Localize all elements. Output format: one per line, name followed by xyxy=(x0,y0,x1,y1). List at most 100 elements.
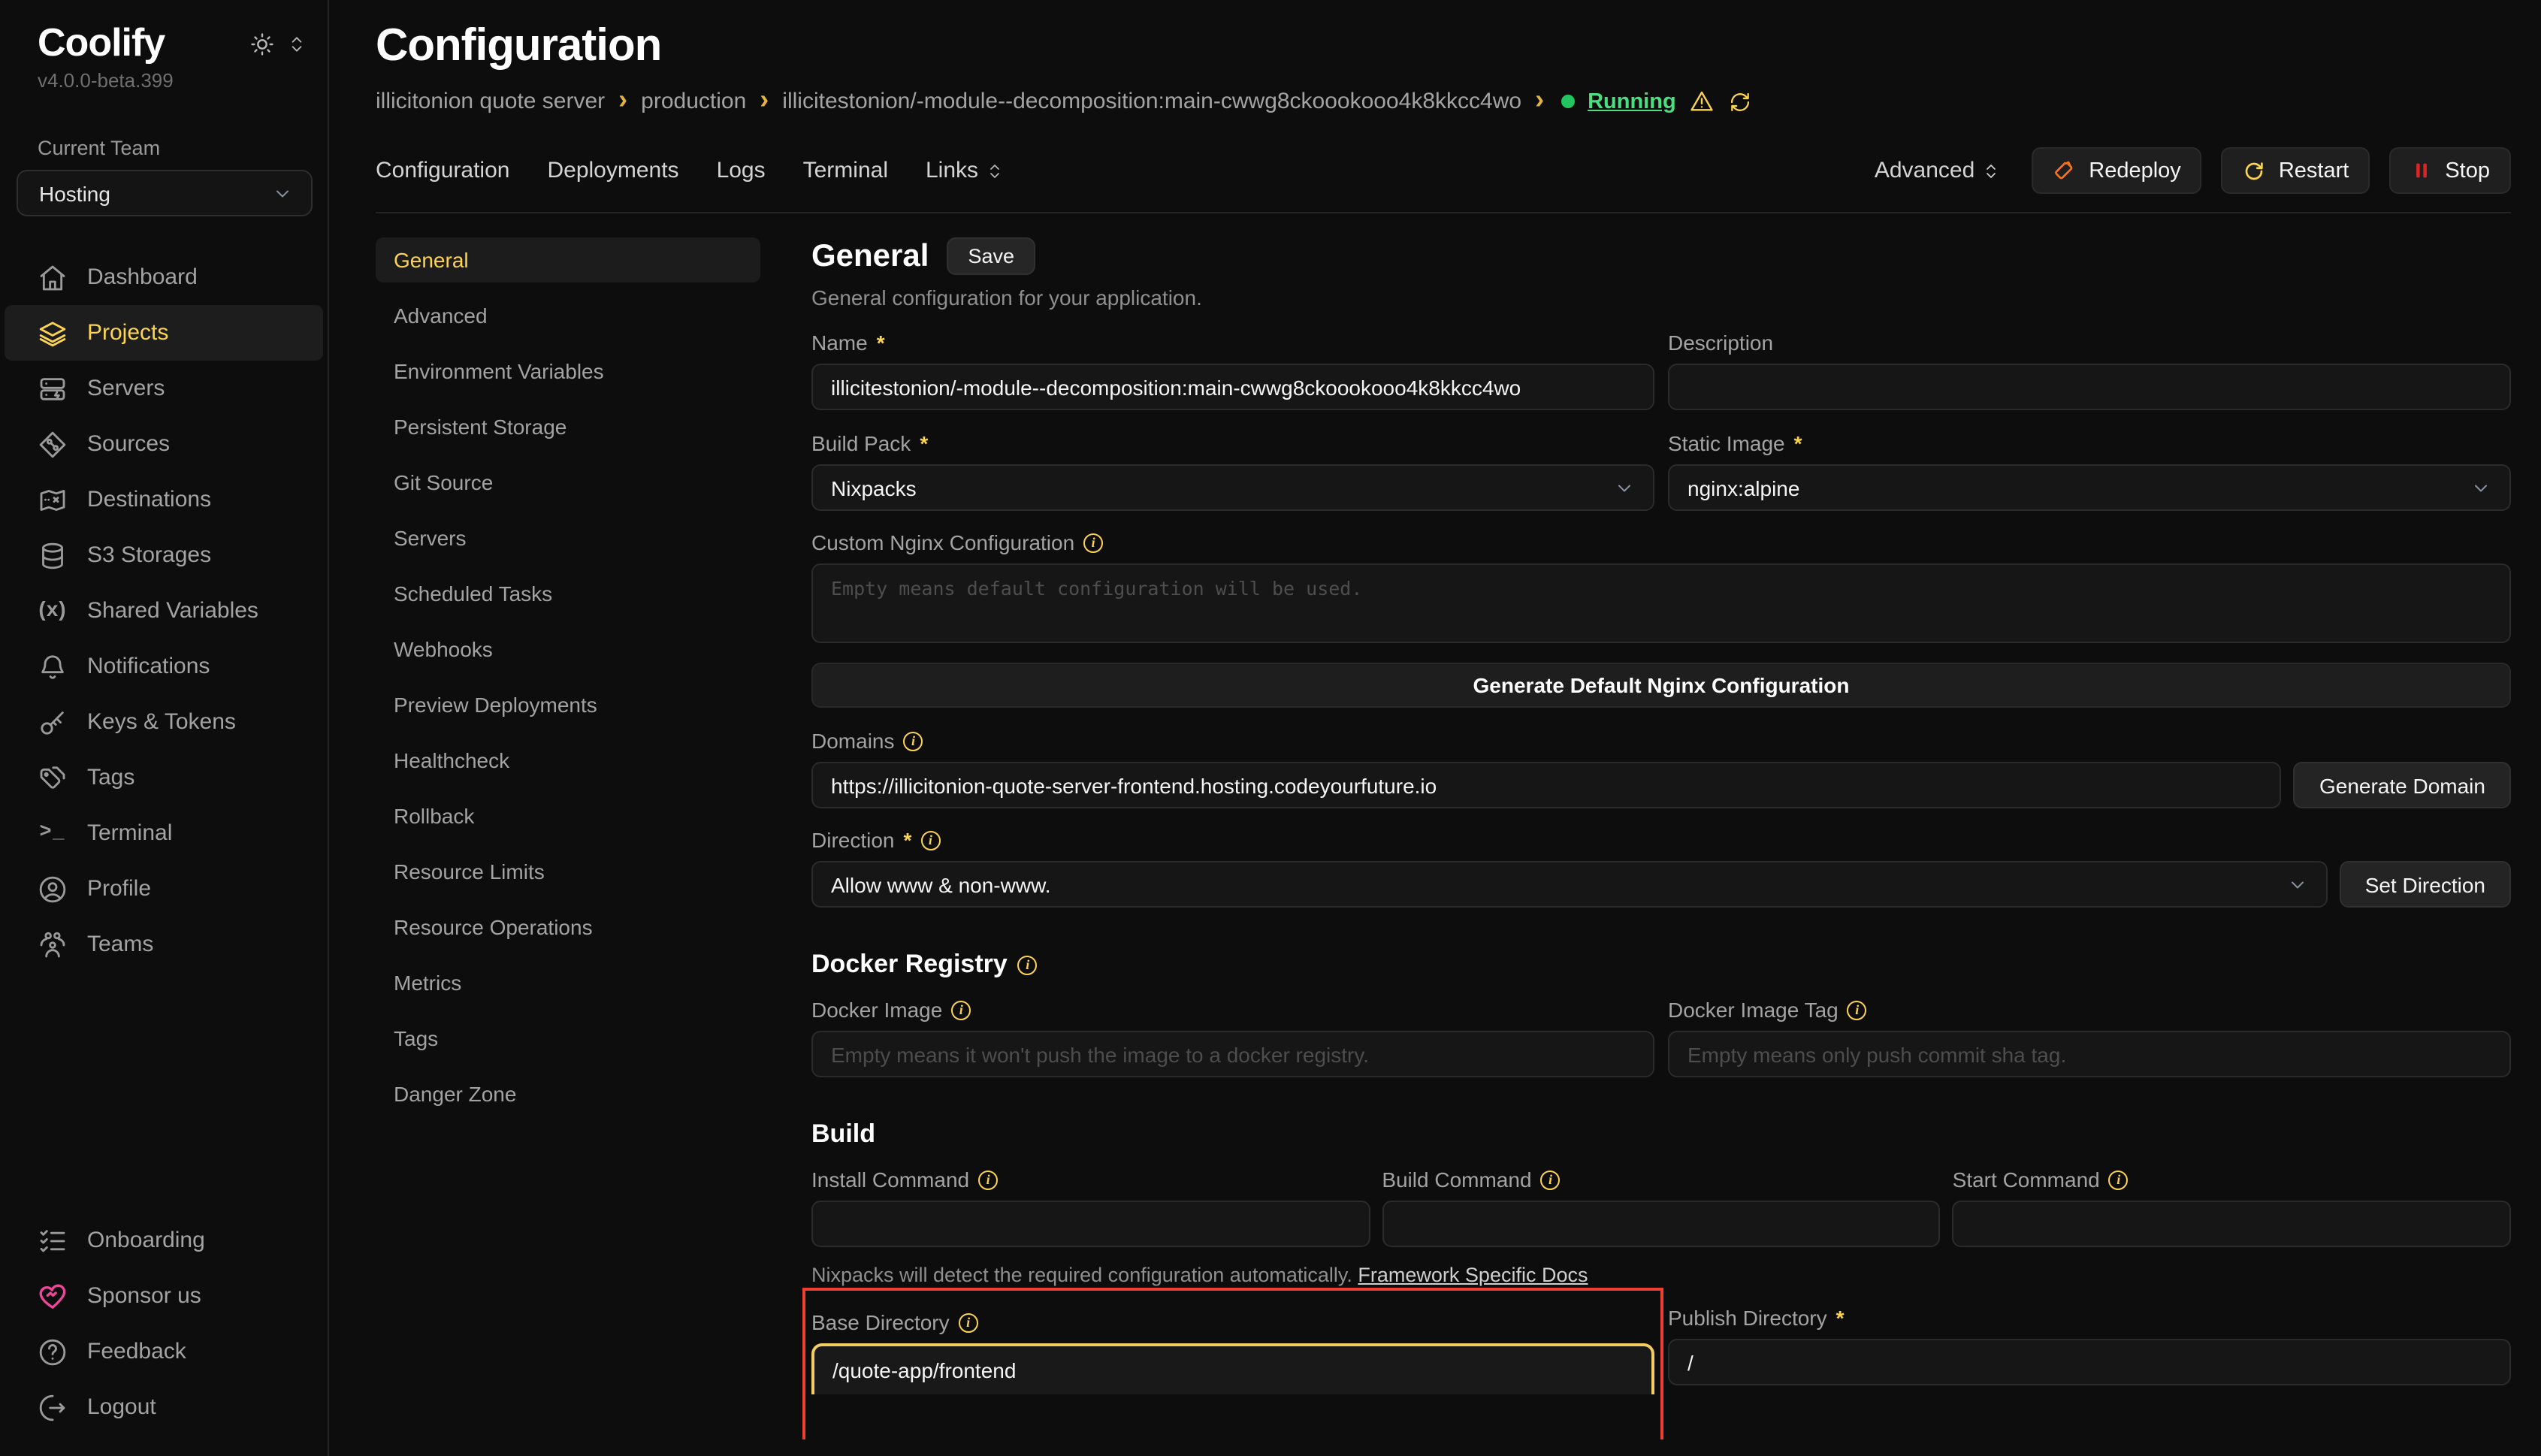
sidebar-item-terminal[interactable]: >_ Terminal xyxy=(5,805,323,861)
breadcrumb-project[interactable]: illicitonion quote server xyxy=(376,89,605,114)
breadcrumb-environment[interactable]: production xyxy=(641,89,746,114)
nixpacks-note: Nixpacks will detect the required config… xyxy=(811,1264,2511,1286)
sidebar-item-sponsor-us[interactable]: Sponsor us xyxy=(5,1268,323,1324)
info-icon[interactable] xyxy=(1541,1170,1561,1189)
info-icon[interactable] xyxy=(959,1313,978,1332)
theme-toggle-sun-icon[interactable] xyxy=(249,32,275,57)
subnav-general[interactable]: General xyxy=(376,237,760,282)
chevron-right-icon: › xyxy=(618,92,627,111)
subnav-scheduled-tasks[interactable]: Scheduled Tasks xyxy=(376,571,760,616)
sidebar-item-profile[interactable]: Profile xyxy=(5,861,323,917)
install-command-input[interactable] xyxy=(811,1201,1370,1247)
info-icon[interactable] xyxy=(1848,1000,1867,1020)
description-input[interactable] xyxy=(1668,364,2511,410)
stop-pause-icon xyxy=(2410,159,2433,182)
static-image-value: nginx:alpine xyxy=(1687,476,1799,500)
subnav-metrics[interactable]: Metrics xyxy=(376,960,760,1005)
direction-value: Allow www & non-www. xyxy=(831,872,1051,896)
sidebar-item-teams[interactable]: Teams xyxy=(5,917,323,972)
subnav-persistent-storage[interactable]: Persistent Storage xyxy=(376,404,760,449)
save-button[interactable]: Save xyxy=(947,237,1035,275)
redeploy-button[interactable]: Redeploy xyxy=(2032,147,2202,194)
subnav-servers[interactable]: Servers xyxy=(376,515,760,560)
subnav-environment-variables[interactable]: Environment Variables xyxy=(376,349,760,394)
framework-docs-link[interactable]: Framework Specific Docs xyxy=(1358,1264,1588,1286)
sidebar-item-label: Servers xyxy=(87,376,165,401)
subnav-danger-zone[interactable]: Danger Zone xyxy=(376,1071,760,1116)
page-title: Configuration xyxy=(376,21,2511,72)
sidebar-item-label: Sponsor us xyxy=(87,1283,201,1309)
static-image-select[interactable]: nginx:alpine xyxy=(1668,464,2511,511)
status-badge[interactable]: Running xyxy=(1588,89,1676,113)
docker-image-label: Docker Image xyxy=(811,998,942,1022)
sidebar-item-keys-tokens[interactable]: Keys & Tokens xyxy=(5,694,323,750)
tab-links[interactable]: Links xyxy=(926,158,1004,183)
layers-icon xyxy=(38,318,68,348)
build-pack-select[interactable]: Nixpacks xyxy=(811,464,1654,511)
subnav-tags[interactable]: Tags xyxy=(376,1016,760,1061)
generate-domain-button[interactable]: Generate Domain xyxy=(2294,762,2511,808)
chevron-right-icon: › xyxy=(1535,92,1544,111)
restart-button[interactable]: Restart xyxy=(2222,147,2370,194)
advanced-toggle[interactable]: Advanced xyxy=(1875,158,2000,183)
subnav-resource-operations[interactable]: Resource Operations xyxy=(376,905,760,950)
chevrons-up-down-icon[interactable] xyxy=(287,35,307,54)
base-directory-input[interactable] xyxy=(811,1343,1654,1394)
servers-icon xyxy=(38,373,68,403)
stop-button[interactable]: Stop xyxy=(2389,147,2511,194)
sidebar-item-label: Keys & Tokens xyxy=(87,709,236,735)
warning-triangle-icon[interactable] xyxy=(1690,89,1715,114)
sidebar-item-servers[interactable]: Servers xyxy=(5,361,323,416)
start-command-input[interactable] xyxy=(1953,1201,2511,1247)
sidebar-item-s3-storages[interactable]: S3 Storages xyxy=(5,527,323,583)
set-direction-button[interactable]: Set Direction xyxy=(2340,861,2511,908)
sidebar-item-sources[interactable]: Sources xyxy=(5,416,323,472)
team-select[interactable]: Hosting xyxy=(17,170,313,216)
custom-nginx-textarea[interactable] xyxy=(811,563,2511,643)
tab-configuration[interactable]: Configuration xyxy=(376,158,509,183)
sidebar-item-dashboard[interactable]: Dashboard xyxy=(5,249,323,305)
info-icon[interactable] xyxy=(1083,533,1103,552)
subnav-healthcheck[interactable]: Healthcheck xyxy=(376,738,760,783)
tab-deployments[interactable]: Deployments xyxy=(547,158,678,183)
subnav-git-source[interactable]: Git Source xyxy=(376,460,760,505)
info-icon[interactable] xyxy=(951,1000,971,1020)
tab-terminal[interactable]: Terminal xyxy=(803,158,888,183)
tab-logs[interactable]: Logs xyxy=(717,158,766,183)
sidebar-item-feedback[interactable]: Feedback xyxy=(5,1324,323,1379)
info-icon[interactable] xyxy=(904,731,923,751)
required-mark: * xyxy=(1836,1306,1845,1330)
docker-image-input[interactable] xyxy=(811,1031,1654,1077)
info-icon[interactable] xyxy=(920,830,940,850)
sidebar-item-tags[interactable]: Tags xyxy=(5,750,323,805)
info-icon[interactable] xyxy=(2109,1170,2129,1189)
generate-nginx-button[interactable]: Generate Default Nginx Configuration xyxy=(811,663,2511,708)
sidebar-item-notifications[interactable]: Notifications xyxy=(5,639,323,694)
docker-image-tag-input[interactable] xyxy=(1668,1031,2511,1077)
subnav-resource-limits[interactable]: Resource Limits xyxy=(376,849,760,894)
sidebar-item-logout[interactable]: Logout xyxy=(5,1379,323,1435)
direction-select[interactable]: Allow www & non-www. xyxy=(811,861,2328,908)
terminal-icon: >_ xyxy=(38,818,68,848)
redeploy-label: Redeploy xyxy=(2089,159,2181,183)
sidebar-item-shared-variables[interactable]: (x) Shared Variables xyxy=(5,583,323,639)
sidebar-item-label: Sources xyxy=(87,431,170,457)
name-input[interactable] xyxy=(811,364,1654,410)
info-icon[interactable] xyxy=(978,1170,998,1189)
sidebar-item-onboarding[interactable]: Onboarding xyxy=(5,1213,323,1268)
subnav-preview-deployments[interactable]: Preview Deployments xyxy=(376,682,760,727)
sidebar-item-label: S3 Storages xyxy=(87,542,211,568)
subnav-advanced[interactable]: Advanced xyxy=(376,293,760,338)
build-command-input[interactable] xyxy=(1382,1201,1940,1247)
publish-directory-input[interactable] xyxy=(1668,1339,2511,1385)
subnav-rollback[interactable]: Rollback xyxy=(376,793,760,838)
domains-input[interactable] xyxy=(811,762,2282,808)
sidebar-item-projects[interactable]: Projects xyxy=(5,305,323,361)
sidebar-item-destinations[interactable]: Destinations xyxy=(5,472,323,527)
subnav-webhooks[interactable]: Webhooks xyxy=(376,627,760,672)
install-command-label: Install Command xyxy=(811,1168,969,1192)
breadcrumb-application[interactable]: illicitestonion/-module--decomposition:m… xyxy=(782,89,1521,114)
refresh-icon[interactable] xyxy=(1729,89,1753,113)
info-icon[interactable] xyxy=(1018,955,1038,974)
build-heading: Build xyxy=(811,1119,875,1149)
